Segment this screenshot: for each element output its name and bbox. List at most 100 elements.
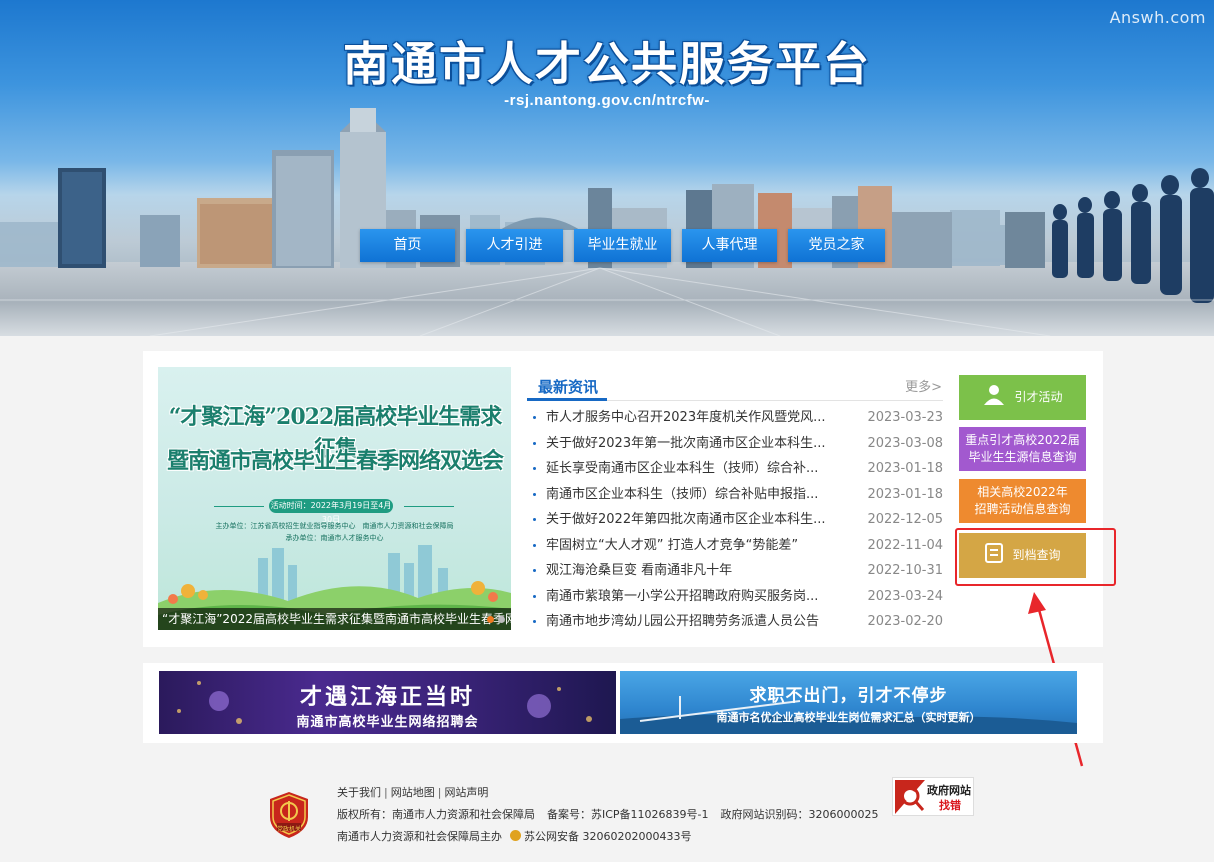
bullet-icon — [533, 569, 536, 572]
list-item[interactable]: 南通市区企业本科生（技师）综合补贴申报指... 2023-01-18 — [527, 482, 943, 508]
separator: | — [384, 786, 388, 799]
job-demand-banner[interactable]: 求职不出门，引才不停步 南通市名优企业高校毕业生岗位需求汇总（实时更新） — [620, 671, 1077, 734]
nav-item-party-members-home[interactable]: 党员之家 — [788, 229, 885, 262]
list-item[interactable]: 延长享受南通市区企业本科生（技师）综合补... 2023-01-18 — [527, 456, 943, 482]
gov-site-error-report-badge[interactable]: 政府网站 找错 — [892, 777, 974, 816]
key-colleges-query-button[interactable]: 重点引才高校2022届 毕业生生源信息查询 — [959, 427, 1086, 471]
tab-active-underline — [527, 398, 607, 401]
news-date: 2023-03-24 — [867, 588, 943, 604]
news-date: 2022-11-04 — [867, 537, 943, 553]
related-colleges-label-line1: 相关高校2022年 — [977, 485, 1068, 499]
news-title[interactable]: 延长享受南通市区企业本科生（技师）综合补... — [546, 456, 826, 482]
feature-date-pill: 活动时间：2022年3月19日至4月30日 — [269, 499, 393, 524]
highlight-box — [955, 528, 1116, 586]
news-title[interactable]: 南通市地步湾幼儿园公开招聘劳务派遣人员公告 — [546, 609, 826, 635]
separator: | — [437, 786, 442, 799]
feature-slideshow[interactable]: “才聚江海”2022届高校毕业生需求征集 暨南通市高校毕业生春季网络双选会 活动… — [158, 367, 511, 630]
host-text: 南通市人力资源和社会保障局主办 — [337, 830, 502, 843]
feature-title-line2: 暨南通市高校毕业生春季网络双选会 — [166, 448, 504, 474]
list-item[interactable]: 市人才服务中心召开2023年度机关作风暨党风... 2023-03-23 — [527, 405, 943, 431]
bullet-icon — [533, 416, 536, 419]
news-date: 2022-10-31 — [867, 563, 943, 578]
gov-site-id-text: 政府网站识别码：3206000025 — [720, 808, 879, 821]
bullet-icon — [533, 441, 536, 445]
nav-item-talent-introduction[interactable]: 人才引进 — [466, 229, 563, 262]
recruitment-fair-banner[interactable]: 才遇江海正当时 南通市高校毕业生网络招聘会 — [159, 671, 616, 734]
key-colleges-label-line2: 毕业生生源信息查询 — [968, 450, 1077, 464]
news-title[interactable]: 南通市区企业本科生（技师）综合补贴申报指... — [546, 482, 826, 508]
news-header: 最新资讯 更多> — [527, 371, 943, 401]
footer-link-about[interactable]: 关于我们 — [337, 786, 381, 799]
latest-news-panel: 最新资讯 更多> 市人才服务中心召开2023年度机关作风暨党风... 2023-0… — [527, 371, 943, 635]
footer-link-sitemap[interactable]: 网站地图 — [391, 786, 435, 799]
ad2-subtitle: 南通市名优企业高校毕业生岗位需求汇总（实时更新） — [716, 711, 981, 724]
list-item[interactable]: 观江海沧桑巨变 看南通非凡十年 2022-10-31 — [527, 558, 943, 584]
header-banner: Answh.com 南通市人才公共服务平台 -rsj.nantong.gov.c… — [0, 0, 1214, 336]
footer-info: 关于我们 | 网站地图 | 网站声明 版权所有：南通市人力资源和社会保障局 备案号：苏IC… — [337, 782, 879, 848]
nav-item-home[interactable]: 首页 — [360, 229, 455, 262]
news-date: 2023-02-20 — [867, 614, 943, 629]
news-title[interactable]: 牢固树立“大人才观” 打造人才竞争“势能差” — [546, 533, 826, 559]
bullet-icon — [533, 518, 536, 521]
site-url: -rsj.nantong.gov.cn/ntrcfw- — [504, 92, 710, 109]
news-list: 市人才服务中心召开2023年度机关作风暨党风... 2023-03-23 关于做好… — [527, 405, 943, 635]
bullet-icon — [533, 594, 536, 598]
news-date: 2022-12-05 — [867, 512, 943, 527]
talent-activity-button[interactable]: 引才活动 — [959, 375, 1086, 420]
related-colleges-label-line2: 招聘活动信息查询 — [974, 502, 1071, 516]
site-title: 南通市人才公共服务平台 — [343, 37, 871, 91]
ad2-title: 求职不出门，引才不停步 — [749, 686, 948, 706]
gov-badge-title: 政府网站 — [927, 784, 971, 797]
more-link[interactable]: 更多> — [905, 376, 942, 395]
list-item[interactable]: 南通市地步湾幼儿园公开招聘劳务派遣人员公告 2023-02-20 — [527, 609, 943, 635]
ad1-title: 才遇江海正当时 — [299, 684, 475, 710]
news-date: 2023-01-18 — [867, 461, 943, 476]
list-item[interactable]: 牢固树立“大人才观” 打造人才竞争“势能差” 2022-11-04 — [527, 533, 943, 559]
feature-organizer: 主办单位：江苏省高校招生就业指导服务中心 南通市人力资源和社会保障局 — [215, 522, 454, 530]
divider — [214, 506, 264, 507]
nav-item-personnel-agency[interactable]: 人事代理 — [682, 229, 777, 262]
footer-copyright-line: 版权所有：南通市人力资源和社会保障局 备案号：苏ICP备11026839号-1 政府… — [337, 804, 879, 826]
nav-item-graduate-employment[interactable]: 毕业生就业 — [574, 229, 671, 262]
magnifier-icon — [895, 780, 925, 814]
slideshow-indicators — [487, 616, 505, 623]
slide-dot[interactable] — [498, 616, 505, 623]
feature-caption: “才聚江海”2022届高校毕业生需求征集暨南通市高校毕业生春季网络... — [158, 608, 511, 630]
list-item[interactable]: 南通市紫琅第一小学公开招聘政府购买服务岗... 2023-03-24 — [527, 584, 943, 610]
news-title[interactable]: 市人才服务中心召开2023年度机关作风暨党风... — [546, 405, 826, 431]
bullet-icon — [533, 492, 536, 496]
emblem-label: 党政机关 — [276, 826, 301, 833]
list-item[interactable]: 关于做好2023年第一批次南通市区企业本科生... 2023-03-08 — [527, 431, 943, 457]
people-icon — [982, 384, 1006, 411]
list-item[interactable]: 关于做好2022年第四批次南通市区企业本科生... 2022-12-05 — [527, 507, 943, 533]
copyright-text: 版权所有：南通市人力资源和社会保障局 — [337, 808, 535, 821]
news-date: 2023-01-18 — [867, 486, 943, 502]
feature-co-organizer: 承办单位：南通市人才服务中心 — [285, 534, 384, 542]
slide-dot-active[interactable] — [487, 616, 494, 623]
party-government-emblem[interactable]: 党政机关 — [268, 791, 310, 843]
ad1-subtitle: 南通市高校毕业生网络招聘会 — [296, 715, 479, 730]
bullet-icon — [533, 620, 536, 623]
police-record-text[interactable]: 苏公网安备 32060202000433号 — [524, 830, 691, 843]
main-nav: 首页 人才引进 毕业生就业 人事代理 党员之家 — [360, 229, 885, 262]
police-badge-icon — [509, 830, 521, 841]
news-title[interactable]: 观江海沧桑巨变 看南通非凡十年 — [546, 558, 826, 584]
news-title[interactable]: 关于做好2022年第四批次南通市区企业本科生... — [546, 507, 826, 533]
footer-links: 关于我们 | 网站地图 | 网站声明 — [337, 782, 879, 804]
bullet-icon — [533, 543, 536, 547]
footer-link-statement[interactable]: 网站声明 — [444, 786, 488, 799]
divider — [404, 506, 454, 507]
news-date: 2023-03-08 — [867, 435, 943, 451]
related-colleges-query-button[interactable]: 相关高校2022年 招聘活动信息查询 — [959, 479, 1086, 523]
key-colleges-label-line1: 重点引才高校2022届 — [965, 433, 1080, 447]
news-title[interactable]: 关于做好2023年第一批次南通市区企业本科生... — [546, 431, 826, 457]
talent-activity-label: 引才活动 — [1014, 390, 1063, 404]
gov-badge-action: 找错 — [931, 799, 969, 812]
icp-text[interactable]: 备案号：苏ICP备11026839号-1 — [547, 808, 709, 821]
news-date: 2023-03-23 — [867, 410, 943, 425]
bullet-icon — [533, 467, 536, 470]
footer-host-line: 南通市人力资源和社会保障局主办 苏公网安备 32060202000433号 — [337, 826, 879, 848]
news-title[interactable]: 南通市紫琅第一小学公开招聘政府购买服务岗... — [546, 584, 826, 610]
watermark: Answh.com — [1109, 8, 1206, 27]
tab-latest-news[interactable]: 最新资讯 — [538, 376, 598, 397]
